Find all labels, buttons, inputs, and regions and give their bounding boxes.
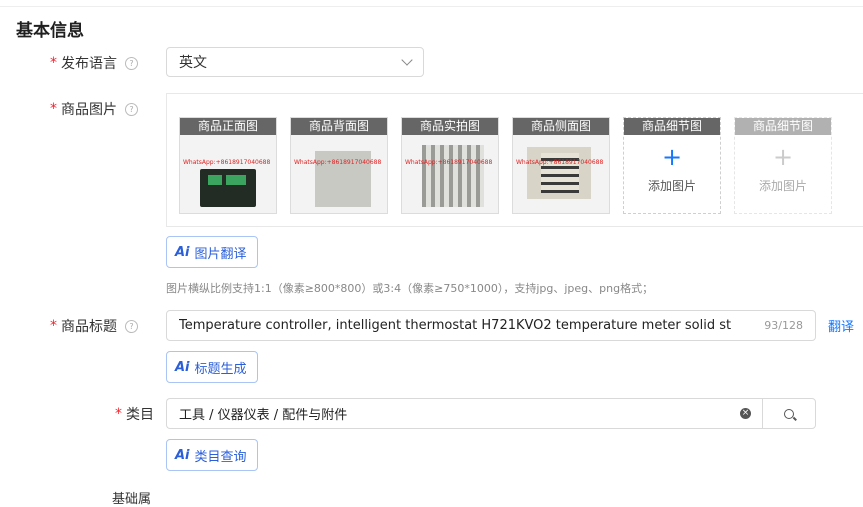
category-label-text: 类目	[126, 407, 154, 423]
ai-icon: Ai	[175, 359, 190, 375]
image-card-side[interactable]: 商品侧面图 WhatsApp:+8618917040688	[512, 117, 610, 214]
language-label: * 发布语言 ?	[50, 53, 138, 73]
watermark: WhatsApp:+8618917040688	[516, 159, 604, 166]
product-photo: WhatsApp:+8618917040688	[180, 135, 276, 213]
category-input[interactable]: 工具 / 仪器仪表 / 配件与附件 ×	[166, 398, 763, 429]
category-query-button[interactable]: Ai 类目查询	[166, 439, 258, 471]
language-value: 英文	[179, 55, 207, 71]
category-label: * 类目	[115, 404, 154, 424]
product-photo: WhatsApp:+8618917040688	[513, 135, 609, 213]
search-icon	[784, 408, 794, 419]
product-photo: WhatsApp:+8618917040688	[402, 135, 498, 213]
image-card-real[interactable]: 商品实拍图 WhatsApp:+8618917040688	[401, 117, 499, 214]
add-image-text: 添加图片	[758, 179, 807, 193]
required-mark: *	[50, 55, 57, 71]
image-caption: 商品背面图	[291, 118, 387, 135]
help-icon[interactable]: ?	[125, 102, 138, 116]
category-query-label: 类目查询	[194, 449, 247, 465]
char-counter: 93/128	[764, 319, 803, 332]
title-label-text: 商品标题	[61, 319, 117, 335]
image-card-back[interactable]: 商品背面图 WhatsApp:+8618917040688	[290, 117, 388, 214]
title-generate-button[interactable]: Ai 标题生成	[166, 351, 258, 383]
plus-icon: +	[772, 143, 794, 171]
watermark: WhatsApp:+8618917040688	[183, 159, 271, 166]
image-hint: 图片横纵比例支持1:1（像素≥800*800）或3:4（像素≥750*1000）…	[166, 282, 654, 295]
title-value: Temperature controller, intelligent ther…	[179, 318, 732, 333]
image-translate-label: 图片翻译	[194, 246, 247, 262]
watermark: WhatsApp:+8618917040688	[405, 159, 493, 166]
image-card-front[interactable]: 商品正面图 WhatsApp:+8618917040688	[179, 117, 277, 214]
clear-icon[interactable]: ×	[740, 408, 751, 419]
top-divider	[0, 6, 863, 7]
category-search-button[interactable]	[762, 398, 816, 429]
add-image-text: 添加图片	[647, 179, 696, 193]
translate-link[interactable]: 翻译	[828, 316, 854, 335]
section-title: 基本信息	[16, 21, 84, 41]
chevron-down-icon	[401, 54, 413, 66]
image-translate-button[interactable]: Ai 图片翻译	[166, 236, 258, 268]
title-label: * 商品标题 ?	[50, 316, 138, 336]
language-select[interactable]: 英文	[166, 47, 424, 77]
images-label-text: 商品图片	[61, 102, 117, 118]
ai-icon: Ai	[175, 447, 190, 463]
image-caption: 商品侧面图	[513, 118, 609, 135]
required-mark: *	[50, 318, 57, 334]
ai-icon: Ai	[175, 244, 190, 260]
required-mark: *	[115, 406, 122, 422]
next-field-label: 基础属	[112, 492, 152, 507]
help-icon[interactable]: ?	[125, 56, 138, 70]
help-icon[interactable]: ?	[125, 319, 138, 333]
add-detail-image-button-disabled: 商品细节图 + 添加图片	[734, 117, 832, 214]
image-caption: 商品细节图	[735, 118, 831, 135]
images-label: * 商品图片 ?	[50, 99, 138, 119]
required-mark: *	[50, 101, 57, 117]
language-label-text: 发布语言	[61, 56, 117, 72]
add-detail-image-button[interactable]: 商品细节图 + 添加图片	[623, 117, 721, 214]
image-caption: 商品正面图	[180, 118, 276, 135]
category-value: 工具 / 仪器仪表 / 配件与附件	[179, 408, 348, 423]
image-caption: 商品实拍图	[402, 118, 498, 135]
image-caption: 商品细节图	[624, 118, 720, 135]
title-input[interactable]: Temperature controller, intelligent ther…	[166, 310, 816, 341]
title-generate-label: 标题生成	[194, 361, 247, 377]
product-photo: WhatsApp:+8618917040688	[291, 135, 387, 213]
plus-icon: +	[661, 143, 683, 171]
watermark: WhatsApp:+8618917040688	[294, 159, 382, 166]
